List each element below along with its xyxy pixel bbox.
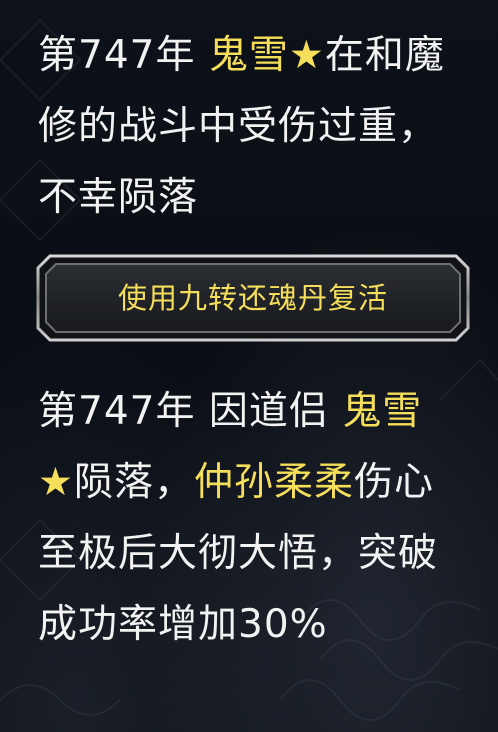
event-year-cause: 第747年 因道侣 (38, 389, 343, 434)
event-message-breakthrough: 第747年 因道侣 鬼雪★陨落，仲孙柔柔伤心至极后大彻大悟，突破成功率增加30% (38, 376, 458, 660)
revive-button-label: 使用九转还魂丹复活 (117, 281, 388, 315)
character-name-2[interactable]: 仲孙柔柔 (194, 460, 354, 505)
revive-button[interactable]: 使用九转还魂丹复活 (36, 254, 470, 342)
event-mid-text: 陨落， (73, 460, 194, 505)
character-name[interactable]: 鬼雪★ (209, 33, 325, 78)
event-message-death: 第747年 鬼雪★在和魔修的战斗中受伤过重，不幸陨落 (38, 20, 458, 233)
event-year: 第747年 (38, 33, 196, 78)
